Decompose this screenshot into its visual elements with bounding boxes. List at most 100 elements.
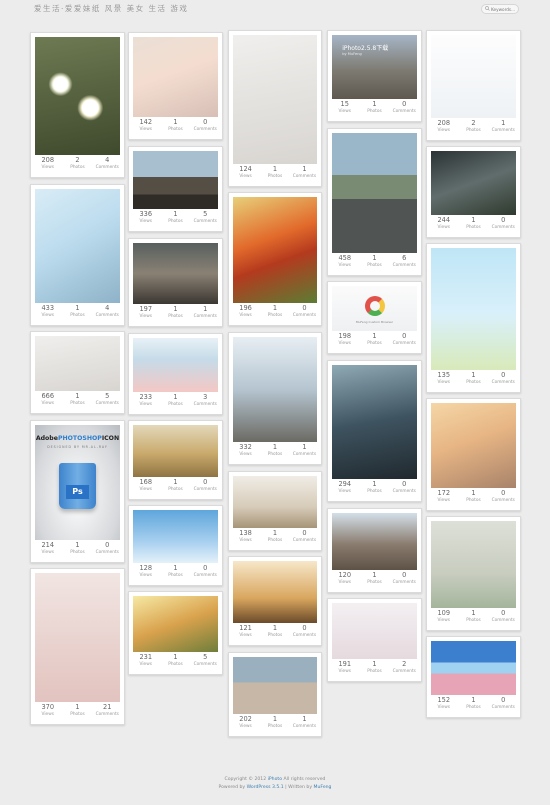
photos-count: 1	[272, 529, 278, 537]
photo-card[interactable]: AdobePHOTOSHOPICON DESIGNED BY MR.AL-RAY…	[30, 420, 125, 563]
search-input[interactable]	[491, 5, 519, 13]
photo-card[interactable]: 433 Views 1 Photos 4 Comments	[30, 184, 125, 326]
photos-count: 1	[372, 100, 377, 108]
photo-thumbnail[interactable]	[133, 37, 218, 117]
photo-card[interactable]: 336 Views 1 Photos 5 Comments	[128, 146, 223, 232]
photo-thumbnail[interactable]	[233, 657, 317, 714]
copyright-line: Copyright © 2012 iPhoto All rights reser…	[224, 777, 326, 782]
comments-count: 0	[501, 609, 506, 617]
comments-count: 1	[501, 119, 506, 127]
photos-label: Photos	[70, 712, 85, 717]
card-stats: 231 Views 1 Photos 5 Comments	[129, 653, 222, 671]
photo-thumbnail[interactable]	[233, 337, 317, 442]
photo-thumbnail[interactable]	[133, 151, 218, 209]
views-count: 135	[437, 371, 451, 379]
photo-card[interactable]: 121 Views 1 Photos 0 Comments	[228, 556, 322, 646]
photo-card[interactable]: 332 Views 1 Photos 1 Comments	[228, 332, 322, 465]
search-box[interactable]	[481, 4, 519, 14]
comments-label: Comments	[491, 225, 515, 230]
photo-card[interactable]: 196 Views 1 Photos 0 Comments	[228, 192, 322, 326]
photo-card[interactable]: 202 Views 1 Photos 1 Comments	[228, 652, 322, 737]
photo-thumbnail[interactable]: MuFeng Custom Browser	[332, 286, 417, 331]
photo-card[interactable]: 233 Views 1 Photos 3 Comments	[128, 333, 223, 415]
photo-thumbnail[interactable]	[332, 603, 417, 659]
photo-card[interactable]: 120 Views 1 Photos 0 Comments	[327, 508, 422, 593]
photo-thumbnail[interactable]	[233, 197, 317, 303]
author-link[interactable]: MuFeng	[314, 785, 332, 790]
photo-thumbnail[interactable]	[35, 37, 120, 155]
photo-card[interactable]: 135 Views 1 Photos 0 Comments	[426, 243, 521, 393]
comments-label: Comments	[193, 402, 217, 407]
photo-thumbnail[interactable]	[35, 336, 120, 391]
photo-thumbnail[interactable]	[133, 243, 218, 304]
powered-by-line: Powered by WordPress 3.5.1 | Written by …	[218, 784, 332, 790]
photo-thumbnail[interactable]	[332, 133, 417, 253]
photos-count: 1	[173, 653, 178, 661]
photo-card[interactable]: 142 Views 1 Photos 0 Comments	[128, 32, 223, 140]
wordpress-link[interactable]: WordPress 3.5.1	[247, 785, 284, 790]
photo-thumbnail[interactable]	[431, 35, 516, 118]
photo-thumbnail[interactable]: iPhoto2.5.8下载 by MuFeng	[332, 35, 417, 99]
photo-card[interactable]: 231 Views 1 Photos 5 Comments	[128, 591, 223, 675]
card-stats: 208 Views 2 Photos 4 Comments	[31, 156, 124, 174]
photo-card[interactable]: 370 Views 1 Photos 21 Comments	[30, 568, 125, 725]
photo-card[interactable]: iPhoto2.5.8下载 by MuFeng 15 Views 1 Photos 0…	[327, 30, 422, 122]
views-count: 128	[139, 564, 153, 572]
card-stats: 152 Views 1 Photos 0 Comments	[427, 696, 520, 714]
site-logo[interactable]: 爱生活·爱爱妹纸 风景 美女 生活 游戏	[34, 3, 188, 14]
views-count: 15	[340, 100, 349, 108]
photo-thumbnail[interactable]	[233, 561, 317, 623]
site-link[interactable]: iPhoto	[268, 777, 282, 782]
comments-label: Comments	[292, 633, 317, 638]
search-icon[interactable]	[485, 6, 490, 11]
photo-thumbnail[interactable]	[431, 641, 516, 695]
photo-card[interactable]: 666 Views 1 Photos 5 Comments	[30, 331, 125, 414]
comments-count: 1	[302, 715, 307, 723]
photo-thumbnail[interactable]	[133, 338, 218, 392]
comments-label: Comments	[392, 580, 416, 585]
photo-thumbnail[interactable]: AdobePHOTOSHOPICON DESIGNED BY MR.AL-RAY…	[35, 425, 120, 540]
photos-count: 1	[372, 660, 377, 668]
photos-count: 1	[272, 443, 278, 451]
photo-card[interactable]: 172 Views 1 Photos 0 Comments	[426, 398, 521, 511]
photo-thumbnail[interactable]	[133, 425, 218, 477]
photo-thumbnail[interactable]	[431, 403, 516, 488]
photo-card[interactable]: 208 Views 2 Photos 4 Comments	[30, 32, 125, 178]
photo-card[interactable]: 294 Views 1 Photos 0 Comments	[327, 360, 422, 502]
photo-thumbnail[interactable]	[35, 189, 120, 303]
photo-card[interactable]: 152 Views 1 Photos 0 Comments	[426, 636, 521, 718]
photo-card[interactable]: 208 Views 2 Photos 1 Comments	[426, 30, 521, 141]
photo-card[interactable]: 168 Views 1 Photos 0 Comments	[128, 420, 223, 500]
photo-card[interactable]: 197 Views 1 Photos 1 Comments	[128, 238, 223, 327]
photo-card[interactable]: 109 Views 1 Photos 0 Comments	[426, 516, 521, 631]
photo-thumbnail[interactable]	[233, 476, 317, 528]
photo-thumbnail[interactable]	[431, 248, 516, 370]
views-label: Views	[239, 633, 252, 638]
photo-thumbnail[interactable]	[133, 510, 218, 563]
photo-thumbnail[interactable]	[431, 521, 516, 608]
photo-card[interactable]: MuFeng Custom Browser 198 Views 1 Photos 0…	[327, 281, 422, 354]
photo-card[interactable]: 458 Views 1 Photos 6 Comments	[327, 128, 422, 276]
photo-card[interactable]: 138 Views 1 Photos 0 Comments	[228, 471, 322, 551]
views-label: Views	[139, 314, 152, 319]
photo-card[interactable]: 128 Views 1 Photos 0 Comments	[128, 505, 223, 586]
photo-card[interactable]: 191 Views 1 Photos 2 Comments	[327, 598, 422, 682]
photo-thumbnail[interactable]	[332, 513, 417, 570]
photos-label: Photos	[267, 174, 283, 179]
photos-count: 2	[75, 156, 80, 164]
comments-label: Comments	[193, 487, 217, 492]
photo-card[interactable]: 124 Views 1 Photos 1 Comments	[228, 30, 322, 187]
photo-thumbnail[interactable]	[233, 35, 317, 164]
comments-count: 0	[501, 216, 506, 224]
photo-card[interactable]: 244 Views 1 Photos 0 Comments	[426, 146, 521, 238]
photo-thumbnail[interactable]	[332, 365, 417, 479]
comments-label: Comments	[292, 313, 317, 318]
comments-count: 2	[402, 660, 407, 668]
card-stats: 370 Views 1 Photos 21 Comments	[31, 703, 124, 721]
photo-thumbnail[interactable]	[133, 596, 218, 652]
photos-label: Photos	[168, 127, 183, 132]
views-label: Views	[437, 498, 450, 503]
photo-thumbnail[interactable]	[35, 573, 120, 702]
photo-thumbnail[interactable]	[431, 151, 516, 215]
photos-label: Photos	[267, 452, 283, 457]
